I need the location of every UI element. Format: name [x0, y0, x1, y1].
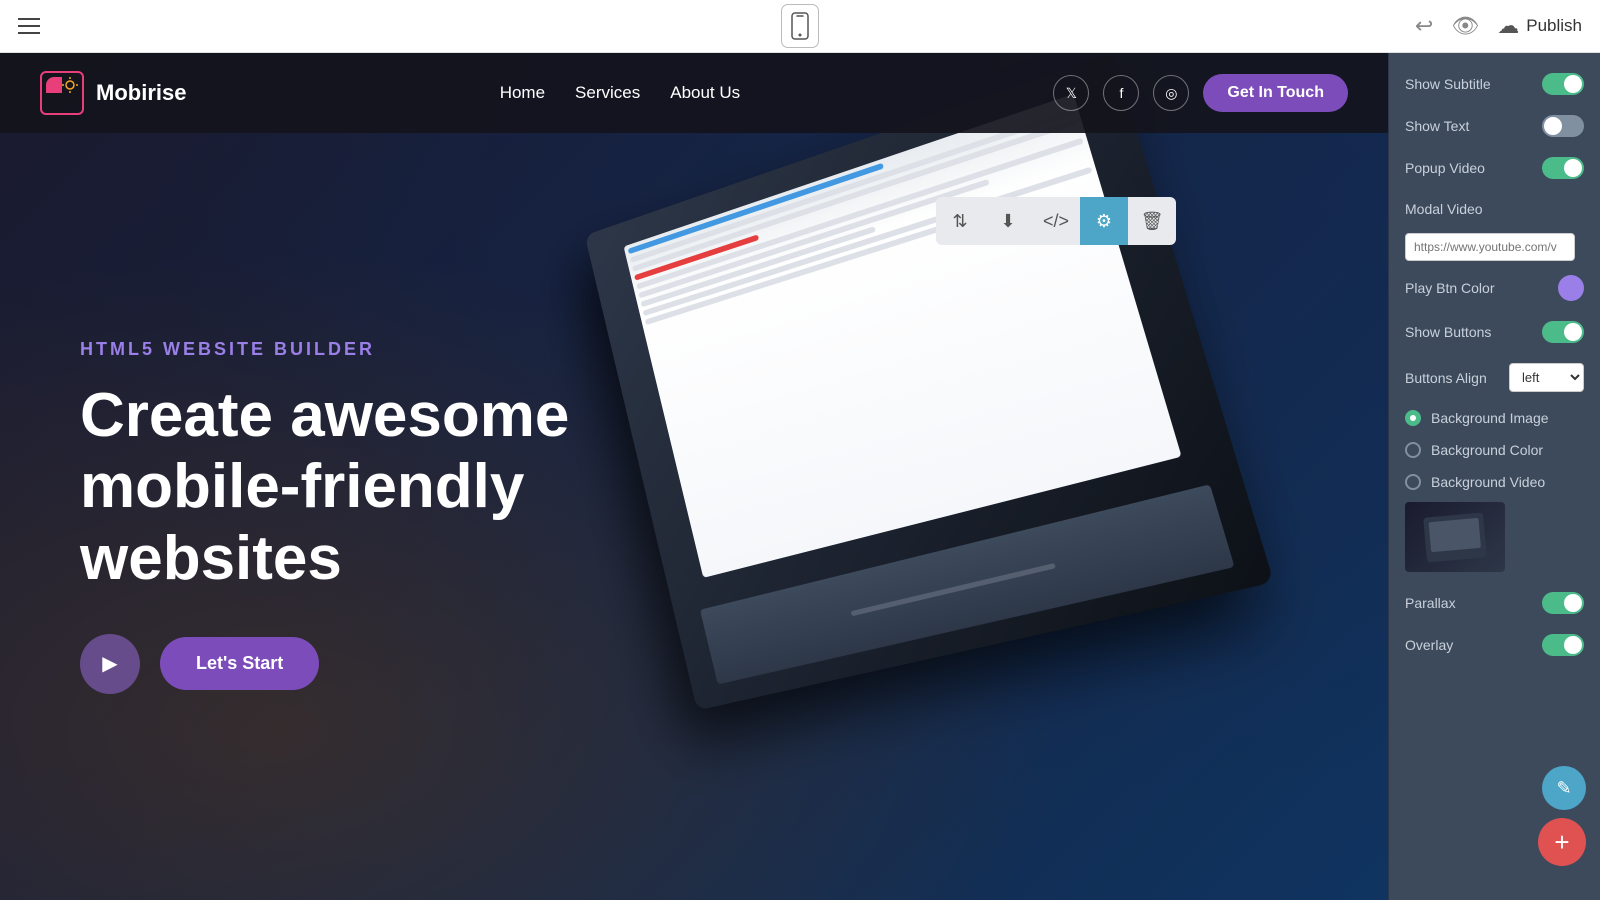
- bg-video-radio[interactable]: [1405, 474, 1421, 490]
- settings-panel: Show Subtitle Show Text Popup Video Moda…: [1388, 53, 1600, 900]
- delete-toolbar-button[interactable]: 🗑: [1128, 197, 1176, 245]
- preview-icon[interactable]: 👁: [1451, 13, 1479, 39]
- site-nav-links: Home Services About Us: [500, 83, 740, 103]
- publish-button[interactable]: ☁ Publish: [1497, 13, 1582, 39]
- mobile-preview-button[interactable]: [781, 4, 819, 48]
- panel-bottom-spacer: [1389, 666, 1600, 706]
- settings-toolbar-button[interactable]: ⚙: [1080, 197, 1128, 245]
- modal-video-label: Modal Video: [1405, 201, 1483, 217]
- hero-title-line2: mobile-friendly websites: [80, 452, 524, 592]
- pencil-icon: ✎: [1556, 778, 1571, 799]
- sort-toolbar-button[interactable]: ⇅: [936, 197, 984, 245]
- modal-video-row: Modal Video: [1389, 189, 1600, 229]
- bg-image-row: Background Image: [1389, 402, 1600, 434]
- popup-video-row: Popup Video: [1389, 147, 1600, 189]
- bg-thumb-inner: [1405, 502, 1505, 572]
- play-btn-color-label: Play Btn Color: [1405, 280, 1494, 296]
- section-toolbar: ⇅ ⬇ </> ⚙ 🗑: [936, 197, 1176, 245]
- trash-icon: 🗑: [1141, 211, 1164, 232]
- show-text-toggle[interactable]: [1542, 115, 1584, 137]
- code-toolbar-button[interactable]: </>: [1032, 197, 1080, 245]
- site-navbar: Mobirise Home Services About Us 𝕏 f ◎ Ge…: [0, 53, 1388, 133]
- bg-color-label: Background Color: [1431, 442, 1543, 458]
- publish-label: Publish: [1526, 16, 1582, 36]
- edit-fab-button[interactable]: ✎: [1542, 766, 1586, 810]
- show-text-label: Show Text: [1405, 118, 1469, 134]
- overlay-label: Overlay: [1405, 637, 1453, 653]
- add-fab-button[interactable]: +: [1538, 818, 1586, 866]
- play-icon: ▶: [102, 651, 117, 676]
- bg-image-label: Background Image: [1431, 410, 1549, 426]
- site-logo-text: Mobirise: [96, 80, 186, 106]
- hero-subtitle: HTML5 WEBSITE BUILDER: [80, 339, 780, 360]
- overlay-toggle[interactable]: [1542, 634, 1584, 656]
- show-buttons-row: Show Buttons: [1389, 311, 1600, 353]
- buttons-align-label: Buttons Align: [1405, 370, 1487, 386]
- overlay-row: Overlay: [1389, 624, 1600, 666]
- parallax-row: Parallax: [1389, 582, 1600, 624]
- sort-icon: ⇅: [952, 211, 967, 232]
- bg-color-row: Background Color: [1389, 434, 1600, 466]
- logo-icon: [40, 71, 84, 115]
- main-area: Mobirise Home Services About Us 𝕏 f ◎ Ge…: [0, 53, 1600, 900]
- play-btn-color-row: Play Btn Color: [1389, 265, 1600, 311]
- show-subtitle-label: Show Subtitle: [1405, 76, 1491, 92]
- hero-section: Mobirise Home Services About Us 𝕏 f ◎ Ge…: [0, 53, 1388, 900]
- bg-image-radio[interactable]: [1405, 410, 1421, 426]
- bg-thumb-laptop: [1423, 512, 1487, 562]
- site-nav-right: 𝕏 f ◎ Get In Touch: [1053, 74, 1348, 112]
- download-toolbar-button[interactable]: ⬇: [984, 197, 1032, 245]
- top-bar-right: ↩ 👁 ☁ Publish: [1415, 13, 1582, 39]
- parallax-toggle[interactable]: [1542, 592, 1584, 614]
- twitter-icon[interactable]: 𝕏: [1053, 75, 1089, 111]
- top-bar-left: [18, 18, 40, 34]
- undo-icon[interactable]: ↩: [1415, 13, 1433, 39]
- show-buttons-toggle[interactable]: [1542, 321, 1584, 343]
- keyboard-spacebar: [850, 563, 1056, 616]
- bg-video-row: Background Video: [1389, 466, 1600, 498]
- top-bar-center: [781, 4, 819, 48]
- show-buttons-label: Show Buttons: [1405, 324, 1491, 340]
- facebook-icon[interactable]: f: [1103, 75, 1139, 111]
- get-in-touch-button[interactable]: Get In Touch: [1203, 74, 1348, 112]
- modal-video-input[interactable]: [1405, 233, 1575, 261]
- parallax-label: Parallax: [1405, 595, 1456, 611]
- popup-video-label: Popup Video: [1405, 160, 1485, 176]
- play-btn-color-swatch[interactable]: [1558, 275, 1584, 301]
- gear-icon: ⚙: [1096, 211, 1112, 232]
- show-subtitle-toggle[interactable]: [1542, 73, 1584, 95]
- plus-icon: +: [1554, 827, 1569, 858]
- instagram-icon[interactable]: ◎: [1153, 75, 1189, 111]
- buttons-align-row: Buttons Align left center right: [1389, 353, 1600, 402]
- cloud-upload-icon: ☁: [1497, 13, 1519, 39]
- hero-title: Create awesome mobile-friendly websites: [80, 380, 780, 594]
- bg-video-label: Background Video: [1431, 474, 1545, 490]
- bg-thumbnail: [1405, 502, 1505, 572]
- buttons-align-select[interactable]: left center right: [1509, 363, 1584, 392]
- site-logo: Mobirise: [40, 71, 186, 115]
- popup-video-toggle[interactable]: [1542, 157, 1584, 179]
- lets-start-button[interactable]: Let's Start: [160, 637, 319, 690]
- hamburger-menu-icon[interactable]: [18, 18, 40, 34]
- bg-color-radio[interactable]: [1405, 442, 1421, 458]
- nav-services[interactable]: Services: [575, 83, 640, 103]
- download-icon: ⬇: [1000, 211, 1015, 232]
- nav-home[interactable]: Home: [500, 83, 545, 103]
- hero-content: HTML5 WEBSITE BUILDER Create awesome mob…: [80, 339, 780, 694]
- top-bar: ↩ 👁 ☁ Publish: [0, 0, 1600, 53]
- nav-about[interactable]: About Us: [670, 83, 740, 103]
- hero-buttons: ▶ Let's Start: [80, 634, 780, 694]
- code-icon: </>: [1043, 211, 1069, 232]
- show-text-row: Show Text: [1389, 105, 1600, 147]
- play-video-button[interactable]: ▶: [80, 634, 140, 694]
- show-subtitle-row: Show Subtitle: [1389, 63, 1600, 105]
- hero-title-line1: Create awesome: [80, 381, 569, 450]
- website-preview: Mobirise Home Services About Us 𝕏 f ◎ Ge…: [0, 53, 1388, 900]
